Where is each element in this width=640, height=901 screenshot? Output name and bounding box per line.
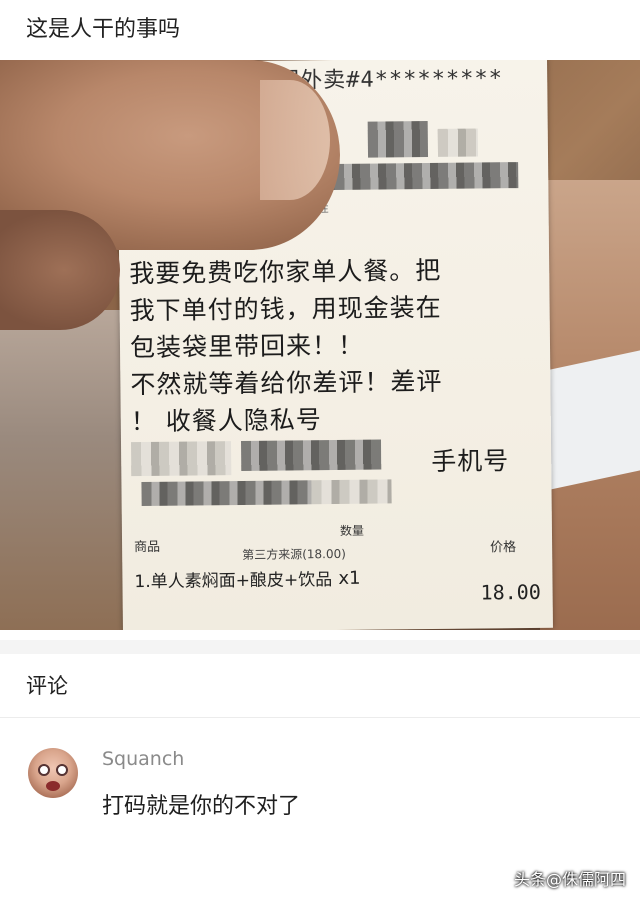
avatar-mouth — [46, 781, 60, 791]
comments-divider — [0, 717, 640, 718]
section-divider — [0, 640, 640, 654]
receipt-item-price: 18.00 — [480, 579, 541, 605]
receipt-phone-label: 手机号 — [431, 446, 510, 476]
censor-blur — [311, 479, 392, 505]
thumbnail-nail — [260, 80, 330, 200]
comment-text: 打码就是你的不对了 — [102, 794, 301, 819]
avatar[interactable] — [28, 748, 78, 798]
receipt-message-line: 我要免费吃你家单人餐。把 — [129, 255, 442, 289]
censor-blur — [437, 128, 479, 157]
censor-blur — [367, 121, 429, 158]
photo-background-box — [550, 350, 640, 490]
censor-blur — [131, 441, 232, 477]
finger — [0, 210, 120, 330]
censor-blur — [241, 439, 382, 471]
post-title: 这是人干的事吗 — [26, 17, 181, 42]
avatar-eye — [56, 764, 68, 776]
censor-blur — [141, 480, 312, 507]
receipt-message-line: 包装袋里带回来！！ — [129, 330, 365, 363]
receipt-item-qty: x1 — [338, 567, 361, 589]
receipt-source-line: 第三方来源(18.00) — [242, 546, 346, 562]
watermark: 头条@侏儒阿四 — [513, 870, 626, 889]
comments-header: 评论 — [26, 674, 68, 698]
receipt-col-price: 价格 — [490, 540, 517, 556]
receipt-col-goods: 商品 — [134, 539, 161, 556]
receipt-message-line: 我下单付的钱，用现金装在 — [129, 292, 442, 326]
receipt-item-name: 1.单人素焖面+酿皮+饮品 — [134, 570, 333, 593]
receipt-message-line: 不然就等着给你差评！差评 — [130, 366, 443, 400]
comment-username[interactable]: Squanch — [102, 748, 184, 770]
photo-background-left — [0, 310, 130, 630]
censor-blur — [308, 162, 519, 191]
post-photo[interactable]: 团外卖#4********* 备注 老板 我要免费吃你家单人餐。把 我下单付的钱… — [0, 60, 640, 630]
avatar-eye — [38, 764, 50, 776]
receipt-message-line: ！ 收餐人隐私号 — [130, 405, 322, 437]
receipt-col-qty: 数量 — [339, 523, 365, 538]
